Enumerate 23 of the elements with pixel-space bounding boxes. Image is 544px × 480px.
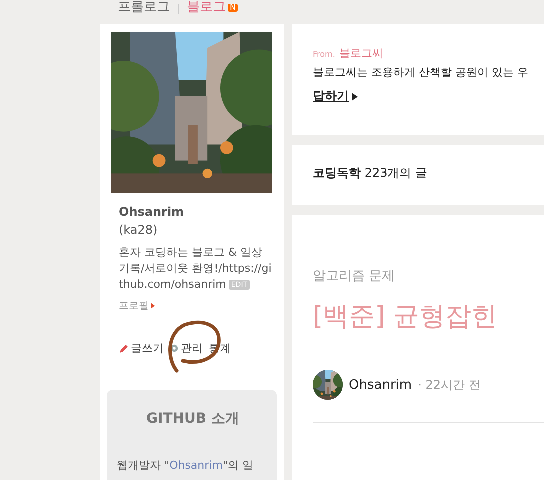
action-link[interactable]: 관리: [170, 341, 203, 356]
gear-icon: [170, 344, 179, 353]
post-time: · 22시간 전: [418, 376, 481, 394]
name-link[interactable]: Ohsanrim: [170, 459, 223, 472]
pencil-icon: [119, 344, 129, 354]
post-category[interactable]: 알고리즘 문제: [313, 215, 544, 285]
action-link[interactable]: 글쓰기: [119, 341, 164, 356]
nav-link[interactable]: 프롤로그: [118, 1, 170, 14]
question-text: 블로그씨는 조용하게 산책할 공원이 있는 우: [313, 65, 530, 80]
profile-id: (ka28): [119, 223, 159, 237]
widget-title: GITHUB 소개: [146, 410, 240, 428]
from-label: From.: [313, 50, 336, 59]
profile-name: Ohsanrim: [119, 205, 186, 219]
author-name[interactable]: Ohsanrim: [349, 378, 412, 392]
widget-text: 웹개발자 "Ohsanrim"의 일: [117, 458, 254, 473]
reply-link[interactable]: 답하기: [313, 88, 358, 105]
new-badge: N: [228, 4, 238, 12]
caret-icon: [352, 92, 358, 100]
category-count: 코딩독학 223개의 글: [313, 165, 429, 182]
caret-icon: [151, 303, 155, 309]
profile-link[interactable]: 프로필: [119, 299, 155, 313]
from-name: 블로그씨: [339, 46, 384, 61]
nav-link[interactable]: 블로그 N: [187, 1, 238, 14]
